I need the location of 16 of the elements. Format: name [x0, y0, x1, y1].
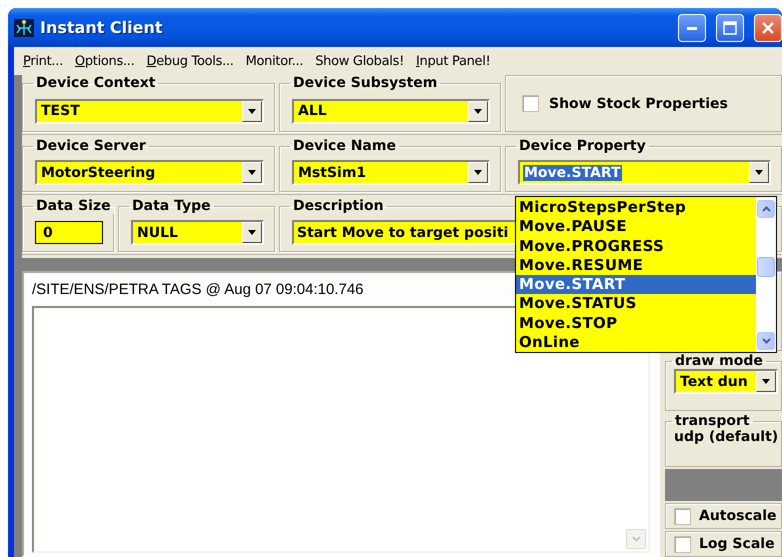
group-label: Device Name — [292, 138, 397, 154]
group-label: Device Server — [35, 138, 147, 154]
window-title: Instant Client — [40, 18, 164, 37]
checkbox-label: Log Scale — [699, 536, 775, 552]
group-label: Description — [292, 198, 385, 214]
checkbox-label: Show Stock Properties — [549, 96, 728, 112]
group-label: draw mode — [674, 353, 764, 369]
group-label: Device Property — [518, 138, 647, 154]
group-label: transport — [674, 413, 751, 429]
group-label: Device Subsystem — [292, 75, 438, 91]
group-label: Device Context — [35, 75, 156, 91]
output-header: /SITE/ENS/PETRA TAGS @ Aug 07 09:04:10.746 — [32, 281, 364, 298]
checkbox-label: Autoscale — [699, 508, 776, 524]
group-label: Data Type — [131, 198, 212, 214]
transport-value: udp (default) — [674, 429, 778, 445]
group-label: Data Size — [35, 198, 112, 214]
